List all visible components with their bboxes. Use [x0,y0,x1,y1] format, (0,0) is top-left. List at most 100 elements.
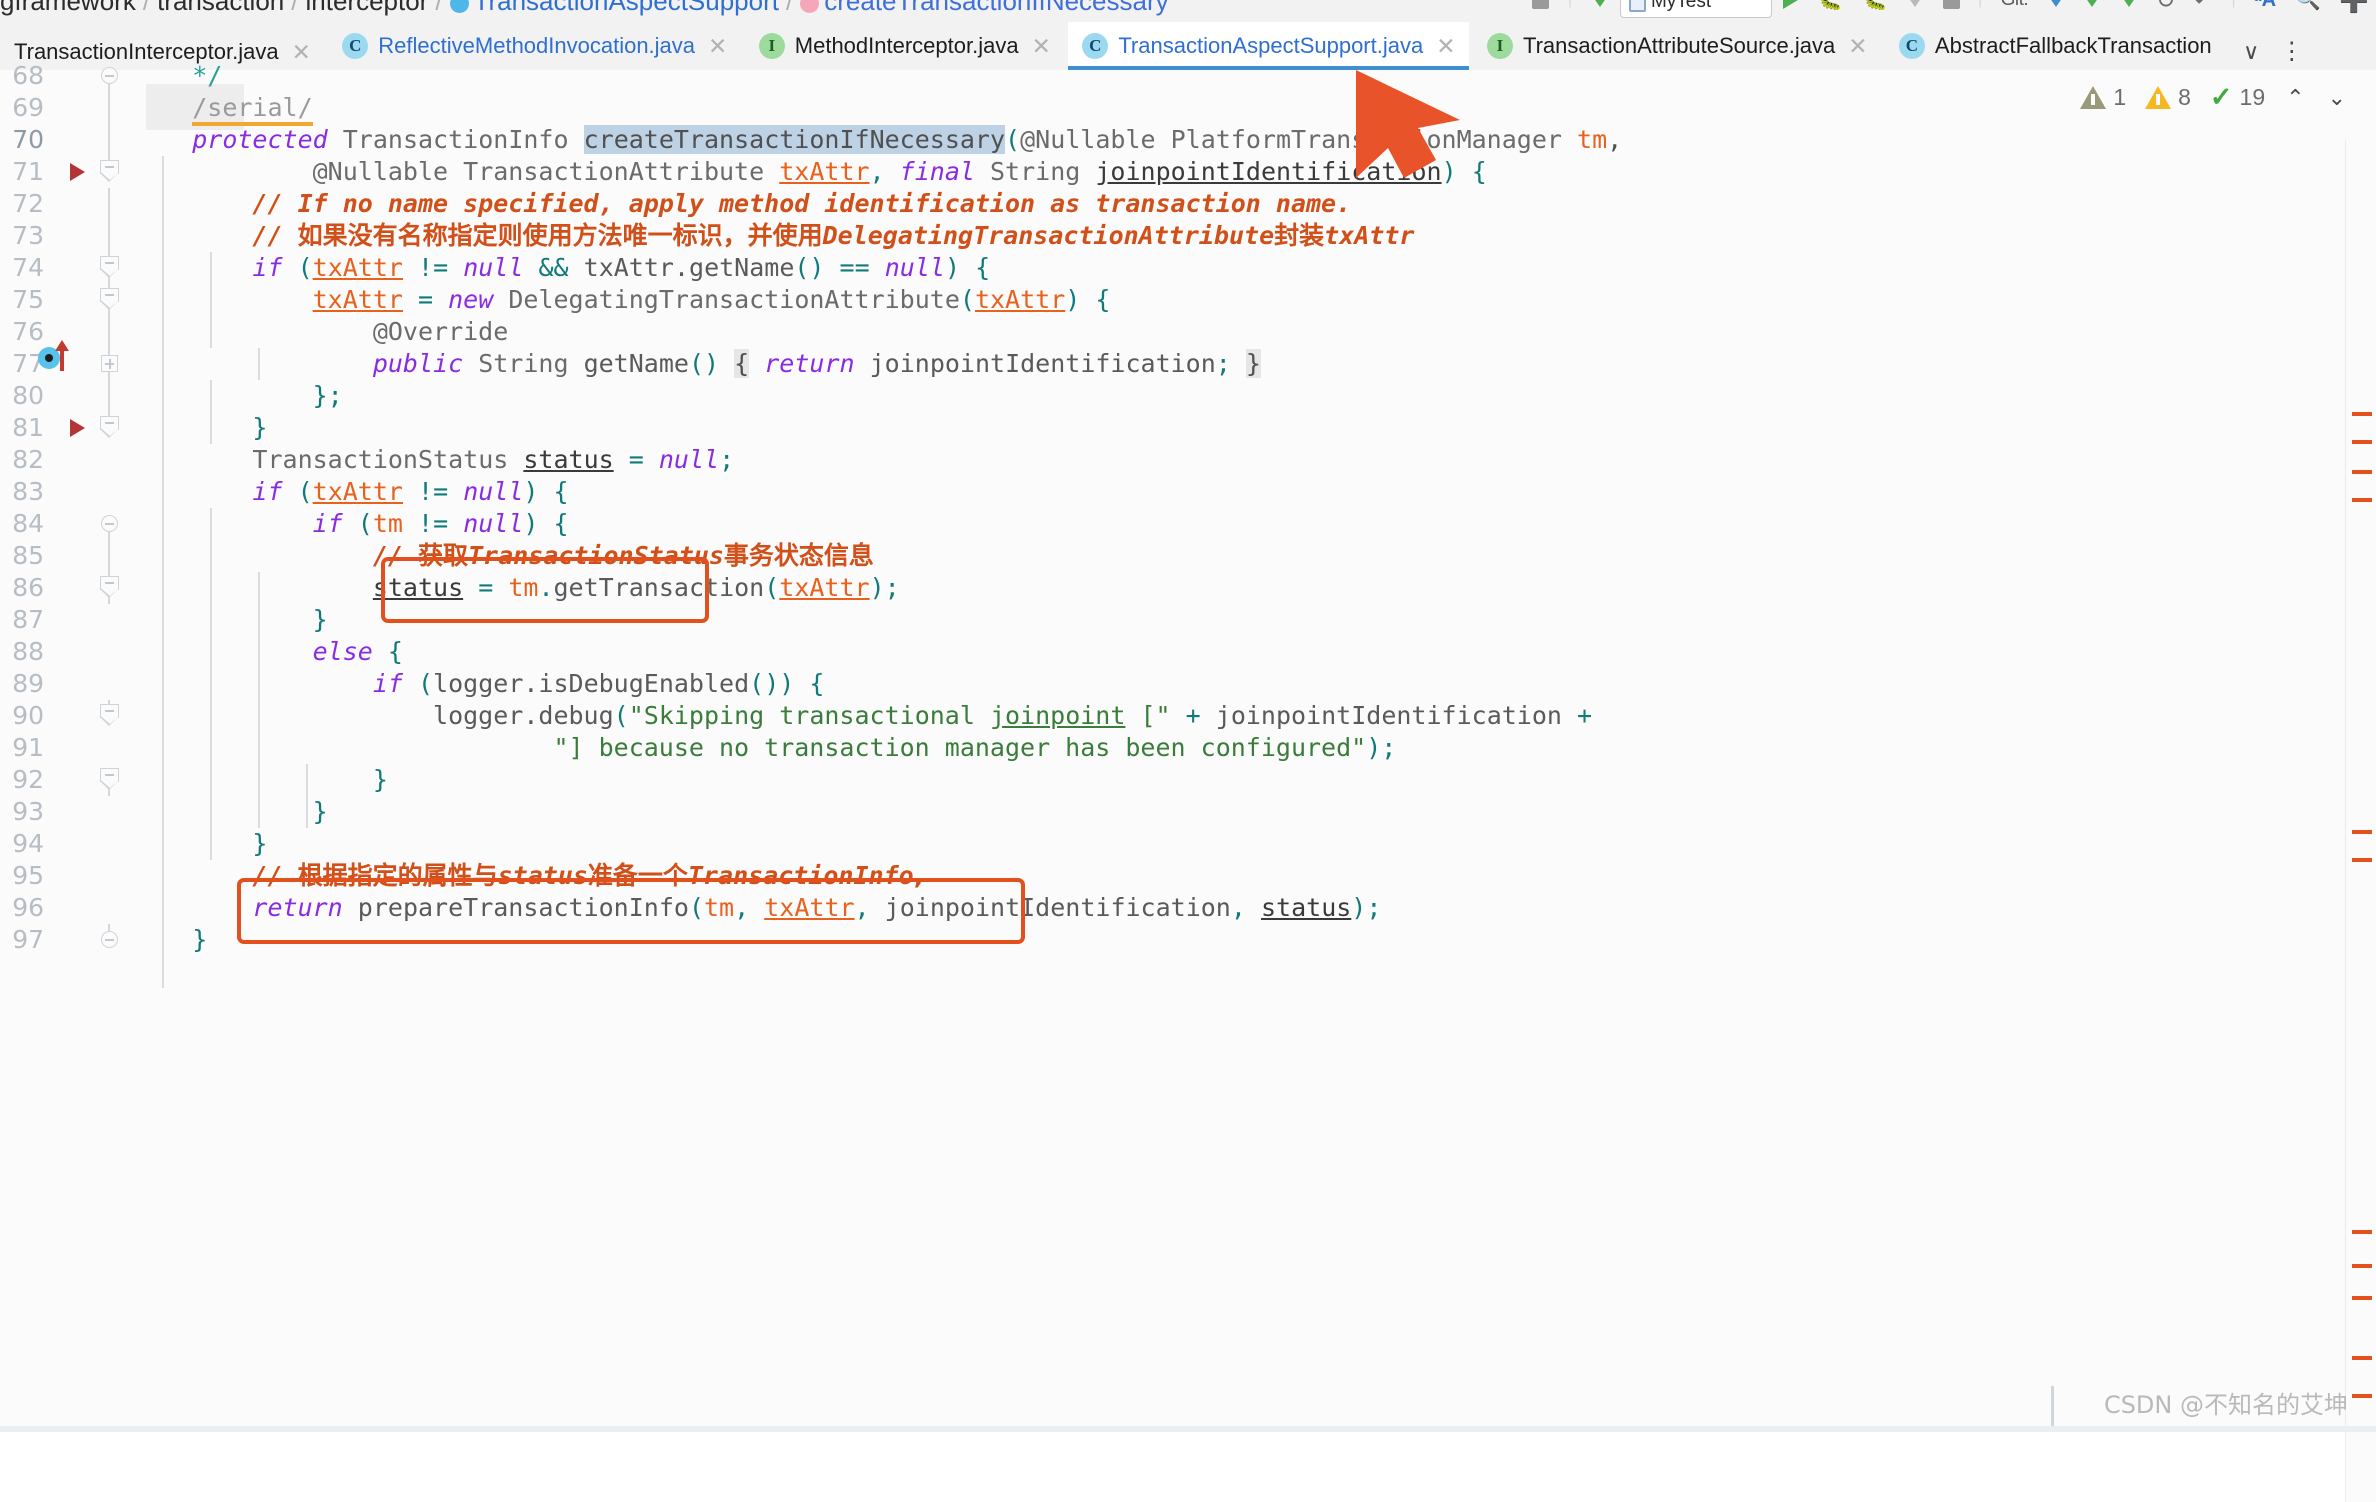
code-line[interactable]: status = tm.getTransaction(txAttr); [132,572,2376,604]
breadcrumb-item-1[interactable]: transaction [157,0,284,16]
code-line[interactable]: txAttr = new DelegatingTransactionAttrib… [132,284,2376,316]
class-icon: C [1082,33,1109,59]
code-line-comment[interactable]: // 如果没有名称指定则使用方法唯一标识，并使用DelegatingTransa… [132,220,2376,252]
code-fold-marker[interactable] [98,252,120,284]
code-fold-marker[interactable] [98,156,120,188]
code-line-comment[interactable]: // 根据指定的属性与status准备一个TransactionInfo, [132,860,2376,892]
commit-icon[interactable] [2083,0,2102,7]
code-fold-marker[interactable] [98,764,120,796]
debug-bug-icon[interactable]: 🐛 [1817,0,1843,12]
code-fold-marker[interactable] [98,284,120,316]
code-fold-marker[interactable] [98,924,120,956]
close-icon[interactable]: ✕ [708,34,727,58]
translate-icon[interactable]: ᵃA [2254,0,2276,12]
run-config-label: MyTest [1650,0,1712,12]
marker-tick[interactable] [2352,830,2372,834]
code-fold-marker[interactable] [98,412,120,444]
code-fold-marker[interactable] [98,348,120,380]
code-fold-marker[interactable] [98,508,120,540]
marker-tick[interactable] [2352,1296,2372,1300]
fold-collapse-icon[interactable] [100,768,119,791]
code-line[interactable]: if (txAttr != null) { [132,476,2376,508]
selected-identifier[interactable]: createTransactionIfNecessary [583,125,1006,154]
editor-gutter[interactable]: 68 69 70 71 72 73 74 75 76 77 80 81 82 8… [0,61,132,1432]
next-highlight-icon[interactable]: ⌄ [2328,85,2346,111]
fold-collapse-icon[interactable] [100,160,119,183]
fold-collapse-icon[interactable] [101,515,118,532]
run-gutter-icon[interactable] [70,163,85,181]
code-line[interactable]: */ [132,60,2376,92]
breadcrumb-item-0[interactable]: gframework [0,0,136,16]
code-line[interactable]: } [132,924,2376,956]
close-icon[interactable]: ✕ [1848,34,1867,58]
fold-collapse-icon[interactable] [101,67,118,84]
code-line[interactable]: "] because no transaction manager has be… [132,732,2376,764]
stop-icon[interactable] [1942,0,1960,9]
history-icon[interactable]: ↻ [2156,0,2175,14]
code-line[interactable]: } [132,604,2376,636]
undo-icon[interactable]: ↶ [2194,0,2213,14]
code-line[interactable]: if (txAttr != null && txAttr.getName() =… [132,252,2376,284]
stop-square-icon[interactable] [1532,0,1550,9]
code-line[interactable]: public String getName() { return joinpoi… [132,348,2376,380]
marker-tick[interactable] [2352,440,2372,444]
code-line[interactable]: } [132,828,2376,860]
code-line[interactable]: @Override [132,316,2376,348]
coverage-icon[interactable]: 🐛 [1861,0,1887,12]
fold-expand-icon[interactable] [101,355,118,372]
breadcrumb-item-3[interactable]: TransactionAspectSupport [474,0,779,16]
marker-tick[interactable] [2352,412,2372,416]
code-line[interactable]: } [132,764,2376,796]
run-configuration-selector[interactable]: MyTest [1619,0,1772,18]
code-line[interactable]: } [132,412,2376,444]
marker-tick[interactable] [2352,1394,2372,1398]
close-icon[interactable]: ✕ [1436,34,1455,58]
plus-icon[interactable]: ➕ [2339,0,2369,15]
fold-collapse-icon[interactable] [100,704,119,727]
code-line[interactable]: if (logger.isDebugEnabled()) { [132,668,2376,700]
marker-tick[interactable] [2352,1264,2372,1268]
run-triangle-icon[interactable] [1783,0,1799,9]
code-line[interactable]: /serial/ [132,92,2376,126]
code-line-comment[interactable]: // If no name specified, apply method id… [132,188,2376,220]
marker-tick[interactable] [2352,498,2372,502]
search-icon[interactable]: 🔍 [2295,0,2321,12]
breadcrumb-item-2[interactable]: interceptor [305,0,428,16]
editor-marker-rail[interactable] [2345,140,2376,1502]
run-dropdown-icon[interactable] [1590,0,1609,7]
code-line[interactable]: return prepareTransactionInfo(tm, txAttr… [132,892,2376,924]
code-fold-marker[interactable] [98,572,120,604]
code-line[interactable]: @Nullable TransactionAttribute txAttr, f… [132,156,2376,188]
code-fold-marker[interactable] [98,60,120,92]
update-project-icon[interactable] [2046,0,2065,7]
code-line[interactable]: logger.debug("Skipping transactional joi… [132,700,2376,732]
breadcrumb[interactable]: gframework / transaction / interceptor / Trans… [0,0,1169,17]
code-line[interactable]: protected TransactionInfo createTransact… [132,124,2376,156]
previous-highlight-icon[interactable]: ⌃ [2286,85,2304,111]
marker-tick[interactable] [2352,1356,2372,1360]
breadcrumb-item-4[interactable]: createTransactionIfNecessary [824,0,1168,16]
code-line[interactable]: else { [132,636,2376,668]
fold-collapse-icon[interactable] [100,288,119,311]
fold-collapse-icon[interactable] [101,931,118,948]
code-line[interactable]: }; [132,380,2376,412]
serial-link[interactable]: /serial/ [192,93,313,126]
marker-tick[interactable] [2352,858,2372,862]
code-line[interactable]: if (tm != null) { [132,508,2376,540]
code-fold-marker[interactable] [98,700,120,732]
marker-tick[interactable] [2352,1230,2372,1234]
code-line-comment[interactable]: // 获取TransactionStatus事务状态信息 [132,540,2376,572]
marker-tick[interactable] [2352,470,2372,474]
run-gutter-icon[interactable] [70,419,85,437]
code-line[interactable]: TransactionStatus status = null; [132,444,2376,476]
push-icon[interactable] [2119,0,2138,7]
close-icon[interactable]: ✕ [1032,34,1051,58]
code-editor[interactable]: 68 69 70 71 72 73 74 75 76 77 80 81 82 8… [0,61,2376,1502]
code-content[interactable]: */ /serial/ protected TransactionInfo cr… [132,61,2376,1432]
profile-icon[interactable] [1906,0,1925,7]
fold-collapse-icon[interactable] [100,416,119,439]
code-line[interactable]: } [132,796,2376,828]
overriding-method-icon[interactable] [38,340,69,371]
fold-collapse-icon[interactable] [100,576,119,599]
fold-collapse-icon[interactable] [100,256,119,279]
